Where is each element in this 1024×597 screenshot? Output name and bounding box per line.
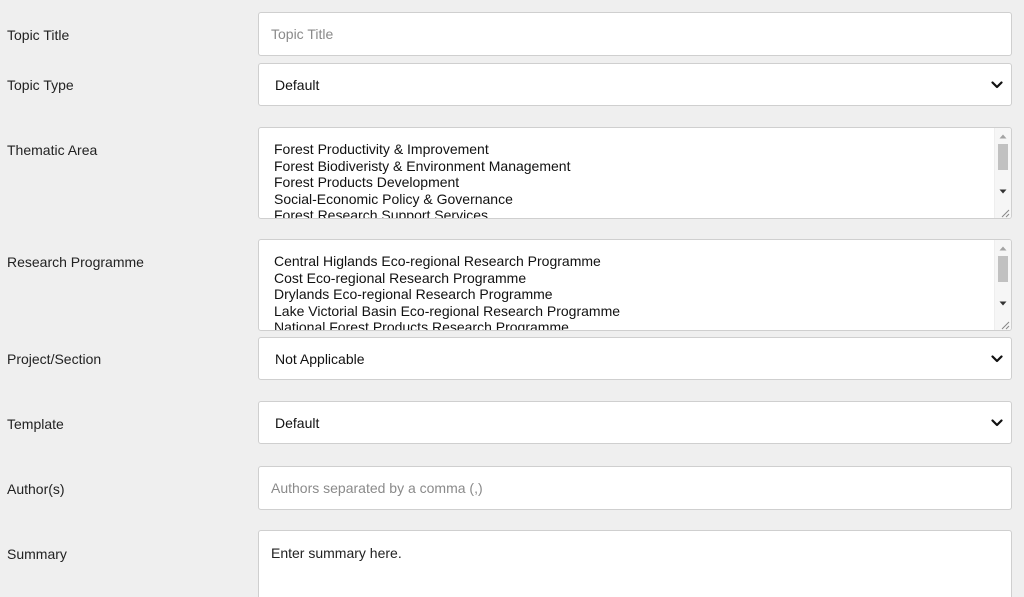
project-section-label: Project/Section bbox=[7, 351, 102, 367]
thematic-area-options: Forest Productivity & Improvement Forest… bbox=[274, 141, 991, 218]
research-programme-listbox[interactable]: Central Higlands Eco-regional Research P… bbox=[258, 239, 1012, 331]
authors-placeholder: Authors separated by a comma (,) bbox=[271, 480, 483, 496]
template-value: Default bbox=[275, 414, 320, 431]
chevron-down-icon bbox=[983, 402, 1011, 443]
template-select[interactable]: Default bbox=[258, 401, 1012, 444]
thematic-area-option[interactable]: Forest Biodiveristy & Environment Manage… bbox=[274, 158, 991, 175]
research-programme-options: Central Higlands Eco-regional Research P… bbox=[274, 253, 991, 330]
triangle-up-icon[interactable] bbox=[995, 241, 1011, 255]
topic-title-placeholder: Topic Title bbox=[271, 26, 334, 42]
research-programme-option[interactable]: Drylands Eco-regional Research Programme bbox=[274, 286, 991, 303]
authors-label: Author(s) bbox=[7, 481, 65, 497]
topic-type-value: Default bbox=[275, 76, 320, 93]
triangle-down-icon[interactable] bbox=[995, 296, 1011, 310]
research-programme-label: Research Programme bbox=[7, 254, 144, 270]
triangle-down-icon[interactable] bbox=[995, 184, 1011, 198]
template-label: Template bbox=[7, 416, 64, 432]
thematic-area-label: Thematic Area bbox=[7, 142, 98, 158]
research-programme-option[interactable]: National Forest Products Research Progra… bbox=[274, 319, 991, 330]
resize-grip-icon[interactable] bbox=[998, 317, 1010, 330]
scroll-thumb[interactable] bbox=[998, 256, 1008, 282]
project-section-value: Not Applicable bbox=[275, 350, 365, 367]
summary-text: Enter summary here. bbox=[271, 545, 402, 561]
summary-label: Summary bbox=[7, 546, 67, 562]
scroll-thumb[interactable] bbox=[998, 144, 1008, 170]
research-programme-option[interactable]: Cost Eco-regional Research Programme bbox=[274, 270, 991, 287]
chevron-down-icon bbox=[983, 338, 1011, 379]
chevron-down-icon bbox=[983, 64, 1011, 105]
triangle-up-icon[interactable] bbox=[995, 129, 1011, 143]
topic-type-label: Topic Type bbox=[7, 77, 74, 93]
topic-type-select[interactable]: Default bbox=[258, 63, 1012, 106]
topic-title-label: Topic Title bbox=[7, 27, 70, 43]
research-programme-option[interactable]: Central Higlands Eco-regional Research P… bbox=[274, 253, 991, 270]
project-section-select[interactable]: Not Applicable bbox=[258, 337, 1012, 380]
thematic-area-listbox[interactable]: Forest Productivity & Improvement Forest… bbox=[258, 127, 1012, 219]
topic-title-input[interactable]: Topic Title bbox=[258, 12, 1012, 56]
topic-form: Topic Title Topic Title Topic Type Defau… bbox=[0, 0, 1024, 597]
summary-textarea[interactable]: Enter summary here. bbox=[258, 530, 1012, 597]
thematic-area-option[interactable]: Forest Research Support Services bbox=[274, 207, 991, 218]
thematic-area-option[interactable]: Forest Productivity & Improvement bbox=[274, 141, 991, 158]
resize-grip-icon[interactable] bbox=[998, 205, 1010, 218]
research-programme-option[interactable]: Lake Victorial Basin Eco-regional Resear… bbox=[274, 303, 991, 320]
thematic-area-option[interactable]: Social-Economic Policy & Governance bbox=[274, 191, 991, 208]
authors-input[interactable]: Authors separated by a comma (,) bbox=[258, 466, 1012, 510]
thematic-area-option[interactable]: Forest Products Development bbox=[274, 174, 991, 191]
